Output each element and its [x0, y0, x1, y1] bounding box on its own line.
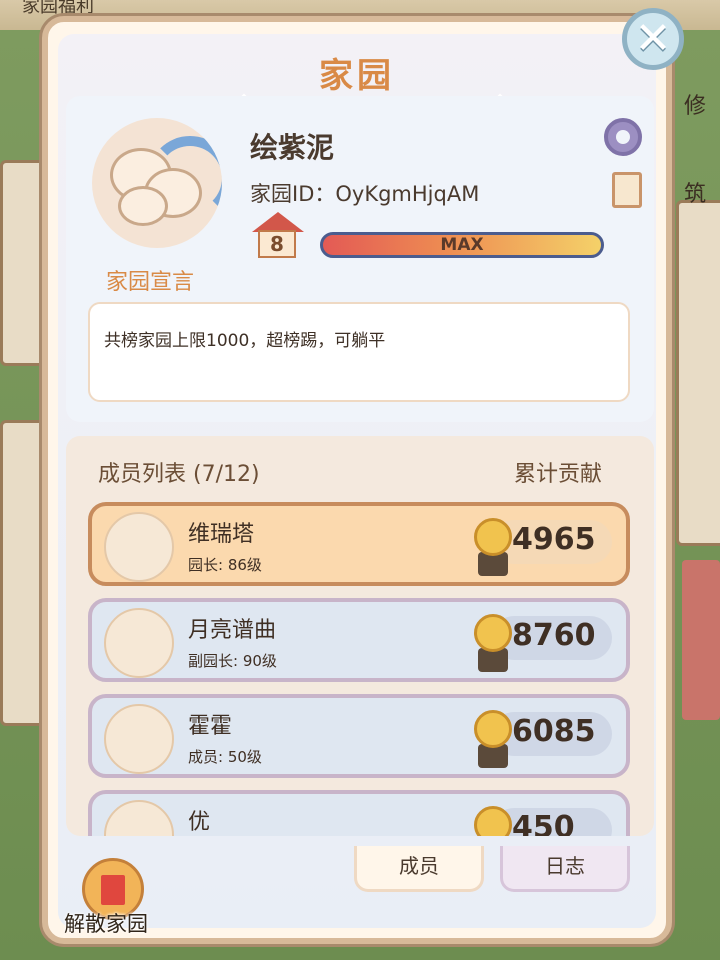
contribution-header: 累计贡献 — [513, 462, 602, 487]
motto-label: 家园宣言 — [106, 270, 195, 295]
member-score: 8760 — [512, 618, 596, 653]
member-row[interactable]: 霍霍 成员: 50级 6085 — [88, 694, 630, 778]
home-level: 8 — [258, 230, 296, 258]
background-side-text: 筑 — [683, 182, 706, 207]
member-name: 优 — [188, 810, 211, 835]
home-name: 绘紫泥 — [250, 131, 335, 164]
close-icon: ✕ — [634, 13, 672, 64]
member-name: 月亮谱曲 — [188, 618, 277, 643]
copy-icon[interactable] — [605, 167, 642, 208]
member-score: 6085 — [512, 714, 596, 749]
house-roof-icon — [252, 212, 304, 232]
member-role: 副园长: 90级 — [188, 652, 277, 670]
member-name: 霍霍 — [188, 714, 233, 739]
snail-icon — [470, 514, 514, 578]
home-avatar[interactable] — [92, 118, 222, 248]
motto-box: 共榜家园上限1000，超榜踢，可躺平 — [88, 302, 630, 402]
background-building — [676, 200, 720, 546]
home-id: 家园ID：OyKgmHjqAM — [250, 182, 480, 206]
tab-log[interactable]: 日志 — [500, 846, 630, 892]
gear-icon[interactable] — [604, 118, 642, 156]
background-roof — [682, 560, 720, 720]
member-list-panel: 成员列表 (7/12) 累计贡献 维瑞塔 园长: 86级 4965 月亮谱曲 副… — [66, 436, 654, 836]
member-score: 4965 — [512, 522, 596, 557]
home-level-badge: 8 — [252, 212, 304, 258]
background-building — [0, 160, 46, 366]
member-role: 成员: 50级 — [188, 748, 262, 766]
background-side-text: 修 — [683, 94, 706, 119]
snail-icon — [470, 610, 514, 674]
member-avatar — [104, 800, 174, 836]
panel-title: 家园 — [319, 56, 395, 96]
member-role: 园长: 86级 — [188, 556, 262, 574]
close-button[interactable]: ✕ — [622, 8, 684, 70]
member-avatar — [104, 704, 174, 774]
level-progress-bar: MAX — [320, 232, 604, 258]
member-score: 450 — [512, 810, 575, 836]
home-profile-card: 家园宣言 绘紫泥 家园ID：OyKgmHjqAM 8 MAX 共榜家园上限100… — [66, 96, 654, 422]
snail-icon — [470, 802, 514, 836]
snail-icon — [470, 706, 514, 770]
motto-text: 共榜家园上限1000，超榜踢，可躺平 — [104, 331, 386, 351]
member-row[interactable]: 月亮谱曲 副园长: 90级 8760 — [88, 598, 630, 682]
member-avatar — [104, 608, 174, 678]
dissolve-home-button[interactable]: 解散家园 — [64, 908, 148, 938]
member-row[interactable]: 维瑞塔 园长: 86级 4965 — [88, 502, 630, 586]
member-row[interactable]: 优 450 — [88, 790, 630, 836]
cloud-icon — [118, 186, 168, 226]
member-name: 维瑞塔 — [188, 522, 255, 547]
member-avatar — [104, 512, 174, 582]
tab-members[interactable]: 成员 — [354, 846, 484, 892]
member-list-header: 成员列表 (7/12) — [98, 462, 260, 487]
